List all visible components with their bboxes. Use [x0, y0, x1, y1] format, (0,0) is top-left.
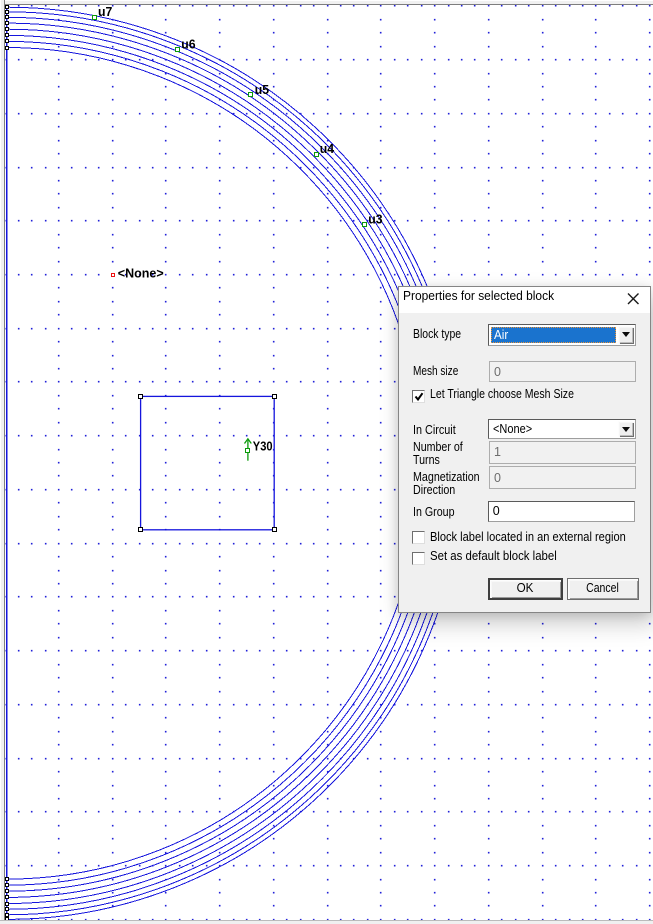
svg-text:u5: u5 — [255, 83, 269, 97]
svg-text:u7: u7 — [98, 5, 112, 19]
svg-text:u4: u4 — [320, 142, 334, 156]
svg-text:Y30: Y30 — [253, 439, 273, 453]
svg-text:<None>: <None> — [118, 267, 164, 281]
svg-text:u6: u6 — [181, 37, 195, 51]
svg-text:u3: u3 — [368, 212, 382, 226]
